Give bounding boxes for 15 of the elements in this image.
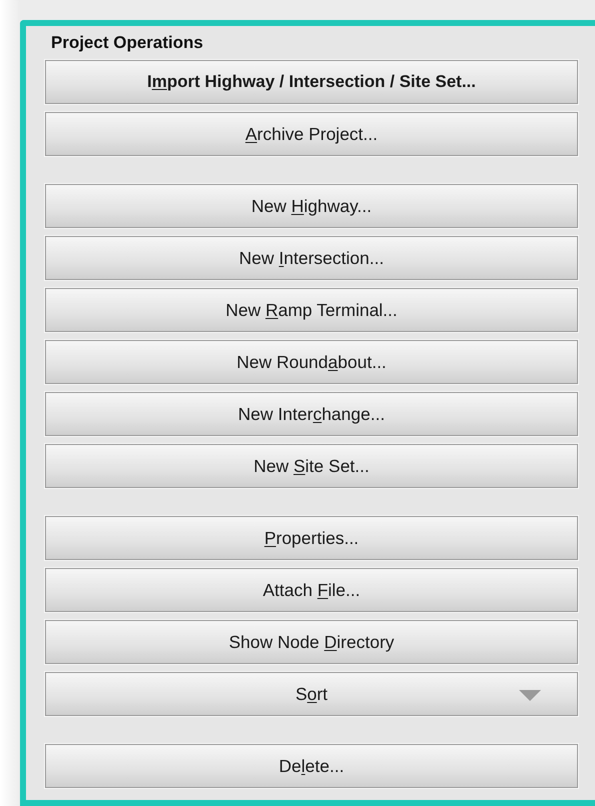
- action-button[interactable]: Delete...: [45, 744, 578, 788]
- action-button[interactable]: Import Highway / Intersection / Site Set...: [45, 60, 578, 104]
- dropdown-button[interactable]: Sort: [45, 672, 578, 716]
- action-button[interactable]: Attach File...: [45, 568, 578, 612]
- action-button[interactable]: Archive Project...: [45, 112, 578, 156]
- action-button[interactable]: Properties...: [45, 516, 578, 560]
- caret-icon: [519, 690, 541, 701]
- action-button[interactable]: New Intersection...: [45, 236, 578, 280]
- action-button[interactable]: Show Node Directory: [45, 620, 578, 664]
- action-button[interactable]: New Interchange...: [45, 392, 578, 436]
- action-button[interactable]: New Site Set...: [45, 444, 578, 488]
- panel-title: Project Operations: [51, 32, 204, 54]
- action-button[interactable]: New Ramp Terminal...: [45, 288, 578, 332]
- action-button[interactable]: New Roundabout...: [45, 340, 578, 384]
- action-button[interactable]: New Highway...: [45, 184, 578, 228]
